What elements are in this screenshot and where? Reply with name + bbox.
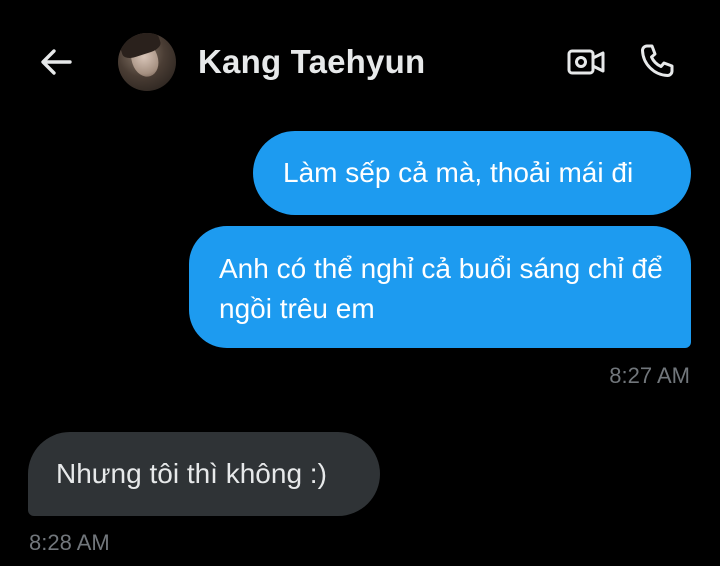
- avatar[interactable]: [118, 33, 176, 91]
- video-call-button[interactable]: [566, 42, 606, 82]
- call-button[interactable]: [636, 40, 678, 82]
- message-bubble-sent[interactable]: Làm sếp cả mà, thoải mái đi: [253, 131, 691, 215]
- message-bubble-received[interactable]: Nhưng tôi thì không :): [28, 432, 380, 516]
- message-bubble-sent[interactable]: Anh có thể nghỉ cả buổi sáng chỉ để ngồi…: [189, 226, 691, 348]
- conversation-header: Kang Taehyun: [0, 0, 720, 120]
- message-timestamp: 8:28 AM: [29, 530, 110, 555]
- arrow-left-icon: [41, 49, 72, 75]
- message-timestamp: 8:27 AM: [609, 363, 690, 388]
- contact-name[interactable]: Kang Taehyun: [198, 42, 425, 82]
- video-call-icon: [567, 49, 605, 75]
- phone-icon: [641, 44, 674, 77]
- back-button[interactable]: [36, 42, 76, 82]
